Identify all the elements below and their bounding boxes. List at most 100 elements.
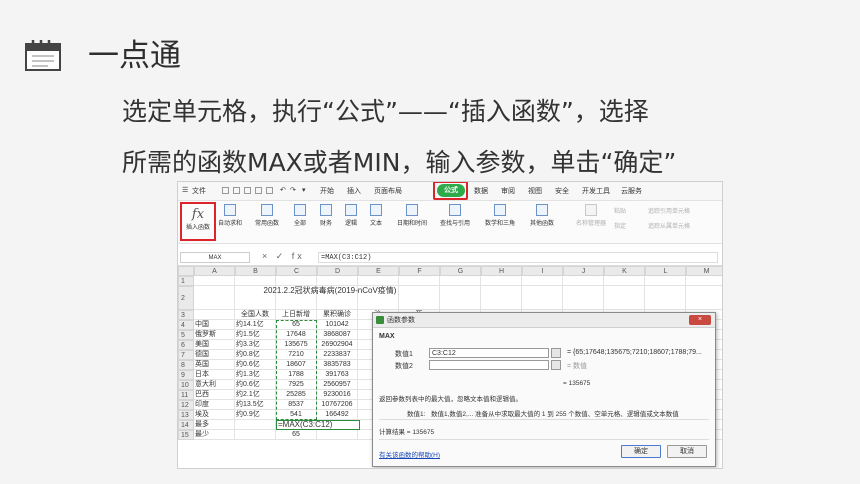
cell[interactable]: 美国 <box>194 340 235 350</box>
column-header[interactable]: L <box>645 266 686 276</box>
cell[interactable]: 约14.1亿 <box>235 320 276 330</box>
column-header[interactable]: F <box>399 266 440 276</box>
cell[interactable] <box>194 286 235 310</box>
column-header[interactable]: A <box>194 266 235 276</box>
cell[interactable]: 65 <box>276 430 317 440</box>
math-button[interactable]: 数学和三角 <box>485 204 515 227</box>
preview-icon[interactable] <box>266 187 273 194</box>
row-header[interactable]: 12 <box>178 400 194 410</box>
cancel-button[interactable]: 取消 <box>667 445 707 458</box>
cell[interactable]: 2560957 <box>317 380 358 390</box>
tab-insert[interactable]: 插入 <box>347 186 361 196</box>
insert-function-button[interactable]: fx 插入函数 <box>180 202 216 241</box>
row-header[interactable]: 15 <box>178 430 194 440</box>
cell[interactable] <box>235 430 276 440</box>
cell[interactable]: 3868087 <box>317 330 358 340</box>
column-header[interactable]: J <box>563 266 604 276</box>
tab-developer[interactable]: 开发工具 <box>582 186 610 196</box>
cell[interactable]: 英国 <box>194 360 235 370</box>
paste-button[interactable]: 粘贴 <box>614 206 626 215</box>
ok-button[interactable]: 确定 <box>621 445 661 458</box>
new-icon[interactable] <box>222 187 229 194</box>
save-icon[interactable] <box>244 187 251 194</box>
datetime-button[interactable]: 日期和时间 <box>397 204 427 227</box>
row-header[interactable]: 1 <box>178 276 194 286</box>
cell[interactable] <box>481 276 522 286</box>
grid-corner[interactable] <box>178 266 194 276</box>
row-header[interactable]: 8 <box>178 360 194 370</box>
logic-button[interactable]: 逻辑 <box>345 204 357 227</box>
row-header[interactable]: 6 <box>178 340 194 350</box>
name-box[interactable]: MAX <box>180 252 250 263</box>
autosum-button[interactable]: 自动求和 <box>218 204 242 227</box>
cell[interactable]: 约0.9亿 <box>235 410 276 420</box>
cell[interactable]: 26902904 <box>317 340 358 350</box>
cell[interactable]: 约1.5亿 <box>235 330 276 340</box>
print-icon[interactable] <box>255 187 262 194</box>
cell[interactable]: 中国 <box>194 320 235 330</box>
cell[interactable]: 日本 <box>194 370 235 380</box>
formula-input[interactable]: =MAX(C3:C12) <box>318 252 718 263</box>
undo-icon[interactable]: ↶ <box>280 186 286 194</box>
cell[interactable] <box>440 276 481 286</box>
tab-view[interactable]: 视图 <box>528 186 542 196</box>
cell[interactable]: 俄罗斯 <box>194 330 235 340</box>
cell[interactable] <box>235 420 276 430</box>
row-header[interactable]: 7 <box>178 350 194 360</box>
text-button[interactable]: 文本 <box>370 204 382 227</box>
close-icon[interactable]: × <box>689 315 711 325</box>
cell[interactable]: 391763 <box>317 370 358 380</box>
cell[interactable] <box>645 286 686 310</box>
column-header[interactable]: B <box>235 266 276 276</box>
cell[interactable]: 约0.6亿 <box>235 360 276 370</box>
cell[interactable]: 全国人数 <box>235 310 276 320</box>
cell[interactable] <box>563 276 604 286</box>
row-header[interactable]: 11 <box>178 390 194 400</box>
cell[interactable] <box>522 276 563 286</box>
assign-button[interactable]: 指定 <box>614 221 626 230</box>
range-select-icon[interactable] <box>551 348 561 358</box>
name-manager-button[interactable]: 名称管理器 <box>576 204 606 227</box>
cell[interactable]: 约1.3亿 <box>235 370 276 380</box>
column-header[interactable]: D <box>317 266 358 276</box>
cell[interactable]: 约0.8亿 <box>235 350 276 360</box>
arg2-input[interactable] <box>429 360 549 370</box>
cell[interactable] <box>235 276 276 286</box>
cell[interactable]: 166492 <box>317 410 358 420</box>
arg1-input[interactable]: C3:C12 <box>429 348 549 358</box>
cell[interactable] <box>522 286 563 310</box>
cell[interactable]: 累积确诊 <box>317 310 358 320</box>
trace-precedents-button[interactable]: 追踪引用单元格 <box>648 206 690 215</box>
cell[interactable] <box>317 276 358 286</box>
cell[interactable] <box>399 276 440 286</box>
common-functions-button[interactable]: 常用函数 <box>255 204 279 227</box>
cell[interactable]: 101042 <box>317 320 358 330</box>
row-header[interactable]: 10 <box>178 380 194 390</box>
lookup-button[interactable]: 查找与引用 <box>440 204 470 227</box>
column-header[interactable]: M <box>686 266 722 276</box>
cell[interactable] <box>317 430 358 440</box>
cell[interactable] <box>440 286 481 310</box>
all-functions-button[interactable]: 全部 <box>294 204 306 227</box>
cell[interactable]: 德国 <box>194 350 235 360</box>
row-header[interactable]: 14 <box>178 420 194 430</box>
column-header[interactable]: I <box>522 266 563 276</box>
column-header[interactable]: E <box>358 266 399 276</box>
dropdown-icon[interactable]: ▾ <box>302 186 306 194</box>
cell[interactable]: 约3.3亿 <box>235 340 276 350</box>
cell[interactable] <box>276 276 317 286</box>
menu-file[interactable]: 文件 <box>192 186 206 196</box>
range-select-icon[interactable] <box>551 360 561 370</box>
cell[interactable] <box>358 276 399 286</box>
cell[interactable]: 2233837 <box>317 350 358 360</box>
cell[interactable]: 9230016 <box>317 390 358 400</box>
cell[interactable] <box>194 310 235 320</box>
tab-security[interactable]: 安全 <box>555 186 569 196</box>
help-link[interactable]: 有关该函数的帮助(H) <box>379 449 440 459</box>
cell[interactable]: 意大利 <box>194 380 235 390</box>
row-header[interactable]: 13 <box>178 410 194 420</box>
cell[interactable]: 最少 <box>194 430 235 440</box>
tab-home[interactable]: 开始 <box>320 186 334 196</box>
cell[interactable] <box>604 286 645 310</box>
cell[interactable]: 3835783 <box>317 360 358 370</box>
